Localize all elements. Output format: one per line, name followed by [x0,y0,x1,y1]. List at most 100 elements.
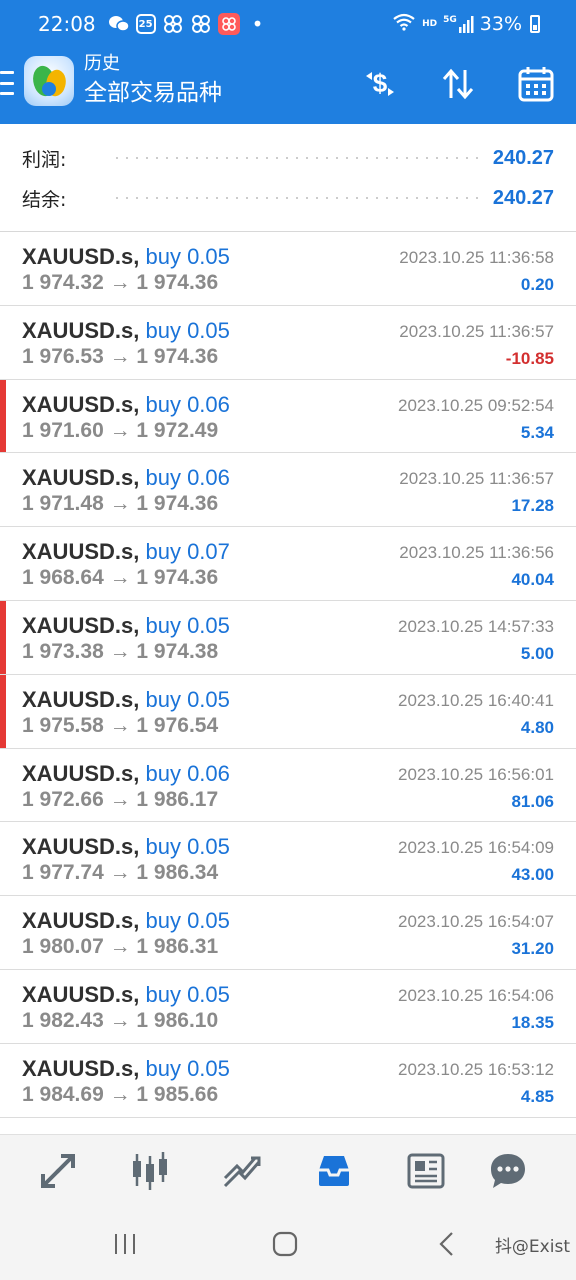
trade-row[interactable]: XAUUSD.s, buy 0.05 1 976.53 → 1 974.36 202… [0,306,576,380]
trade-row[interactable]: XAUUSD.s, buy 0.05 1 980.07 → 1 986.31 202… [0,896,576,970]
trade-symbol: XAUUSD.s [22,834,134,860]
trade-prices: 1 980.07 → 1 986.31 [22,935,219,959]
deposit-icon[interactable]: $ [358,62,402,106]
quotes-icon[interactable] [34,1149,82,1193]
trade-title: XAUUSD.s, buy 0.05 [22,687,230,713]
app-icon [217,13,240,35]
trade-prices: 1 974.32 → 1 974.36 [22,271,219,294]
trade-time: 2023.10.25 16:53:12 [398,1059,554,1079]
trade-symbol: XAUUSD.s [22,391,134,417]
trade-icon[interactable] [218,1149,266,1193]
trade-profit: 31.20 [511,939,554,959]
trade-marker [0,674,6,748]
trade-symbol: XAUUSD.s [22,465,134,491]
trade-row[interactable]: XAUUSD.s, buy 0.05 1 973.38 → 1 974.38 202… [0,600,576,675]
trade-prices: 1 982.43 → 1 986.10 [22,1008,219,1032]
trade-time: 2023.10.25 14:57:33 [398,616,554,636]
app-logo [24,56,74,106]
trade-side: buy 0.05 [145,244,230,269]
trade-time: 2023.10.25 11:36:57 [399,321,554,341]
status-bar: 22:08 25 • HD 5G 33% [0,0,576,48]
trade-row[interactable]: XAUUSD.s, buy 0.05 1 974.32 → 1 974.36 202… [0,232,576,306]
messages-icon[interactable] [484,1149,532,1193]
separator: , [133,539,146,565]
trade-prices: 1 977.74 → 1 986.34 [22,861,219,885]
trade-side: buy 0.06 [145,760,230,786]
trade-symbol: XAUUSD.s [22,686,134,712]
trade-prices: 1 976.53 → 1 974.36 [22,344,219,368]
menu-button[interactable] [0,68,16,98]
summary-panel: 利润: 240.27 结余: 240.27 [0,124,576,232]
trade-symbol: XAUUSD.s [22,981,134,1007]
trade-side: buy 0.06 [145,465,230,491]
separator: , [133,612,146,638]
trade-title: XAUUSD.s, buy 0.05 [22,982,230,1008]
trade-profit: 43.00 [511,865,554,885]
separator: , [133,760,146,786]
trade-time: 2023.10.25 09:52:54 [398,395,554,415]
trade-marker [0,600,6,674]
trade-title: XAUUSD.s, buy 0.05 [22,318,230,344]
news-icon[interactable] [402,1149,450,1193]
svg-text:$: $ [373,68,388,98]
recents-button[interactable] [110,1228,140,1260]
home-button[interactable] [270,1228,300,1260]
calendar-icon[interactable] [514,62,558,106]
trade-side: buy 0.05 [145,981,230,1007]
back-button[interactable] [432,1228,462,1260]
trade-row[interactable]: XAUUSD.s, buy 0.06 1 972.66 → 1 986.17 202… [0,749,576,823]
separator: , [133,465,146,491]
trade-profit: 40.04 [511,570,554,590]
trade-profit: 81.06 [511,791,554,811]
sort-icon[interactable] [436,62,480,106]
trade-time: 2023.10.25 11:36:58 [399,248,554,267]
trade-title: XAUUSD.s, buy 0.05 [22,1056,230,1082]
calendar-icon: 25 [135,14,156,34]
trade-title: XAUUSD.s, buy 0.07 [22,539,230,565]
trade-marker [0,379,6,453]
trade-time: 2023.10.25 16:54:07 [398,912,554,932]
trade-prices: 1 984.69 → 1 985.66 [22,1082,219,1106]
wechat-icon [108,14,130,34]
trade-row[interactable]: XAUUSD.s, buy 0.07 1 968.64 → 1 974.36 202… [0,527,576,601]
dot-leader [112,157,479,159]
trade-side: buy 0.05 [145,1055,230,1081]
trade-row[interactable]: XAUUSD.s, buy 0.05 1 984.69 → 1 985.66 202… [0,1044,576,1118]
system-nav: 抖@Exist [0,1208,576,1280]
trade-time: 2023.10.25 16:56:01 [398,764,554,784]
trade-time: 2023.10.25 16:54:06 [398,985,554,1005]
trade-symbol: XAUUSD.s [22,612,134,638]
trade-profit: 18.35 [511,1012,554,1032]
chart-icon[interactable] [126,1149,174,1193]
balance-value: 240.27 [492,186,554,209]
history-icon[interactable] [310,1149,358,1193]
trade-title: XAUUSD.s, buy 0.06 [22,465,230,491]
separator: , [133,686,146,712]
trade-row[interactable]: XAUUSD.s, buy 0.05 1 977.74 → 1 986.34 202… [0,822,576,897]
trade-profit: 5.00 [520,643,554,663]
trade-prices: 1 975.58 → 1 976.54 [22,713,219,737]
more-notifications-dot: • [251,12,264,36]
trade-row[interactable]: XAUUSD.s, buy 0.06 1 971.60 → 1 972.49 202… [0,379,576,454]
trade-row[interactable]: XAUUSD.s, buy 0.05 1 982.43 → 1 986.10 202… [0,970,576,1044]
trade-row[interactable]: XAUUSD.s, buy 0.05 1 975.58 → 1 976.54 202… [0,674,576,749]
trade-side: buy 0.07 [145,539,230,565]
trade-prices: 1 971.48 → 1 974.36 [22,492,219,516]
trade-row[interactable]: XAUUSD.s, buy 0.06 1 971.48 → 1 974.36 202… [0,453,576,528]
wifi-icon [392,13,416,36]
trade-list: XAUUSD.s, buy 0.05 1 974.32 → 1 974.36 202… [0,232,576,1118]
profit-label: 利润: [22,148,67,171]
dot-leader [112,197,479,199]
trade-time: 2023.10.25 16:54:09 [398,838,554,858]
separator: , [133,244,146,269]
symbol-filter[interactable]: 全部交易品种 [84,76,222,110]
battery-percent: 33% [479,13,522,35]
page-subtitle: 历史 [84,53,120,74]
app-bar: 历史 全部交易品种 $ [0,48,576,124]
trade-title: XAUUSD.s, buy 0.05 [22,613,230,639]
trade-symbol: XAUUSD.s [22,760,134,786]
trade-prices: 1 972.66 → 1 986.17 [22,787,219,811]
separator: , [133,834,146,860]
trade-profit: 4.80 [520,717,554,737]
trade-title: XAUUSD.s, buy 0.05 [22,244,230,270]
